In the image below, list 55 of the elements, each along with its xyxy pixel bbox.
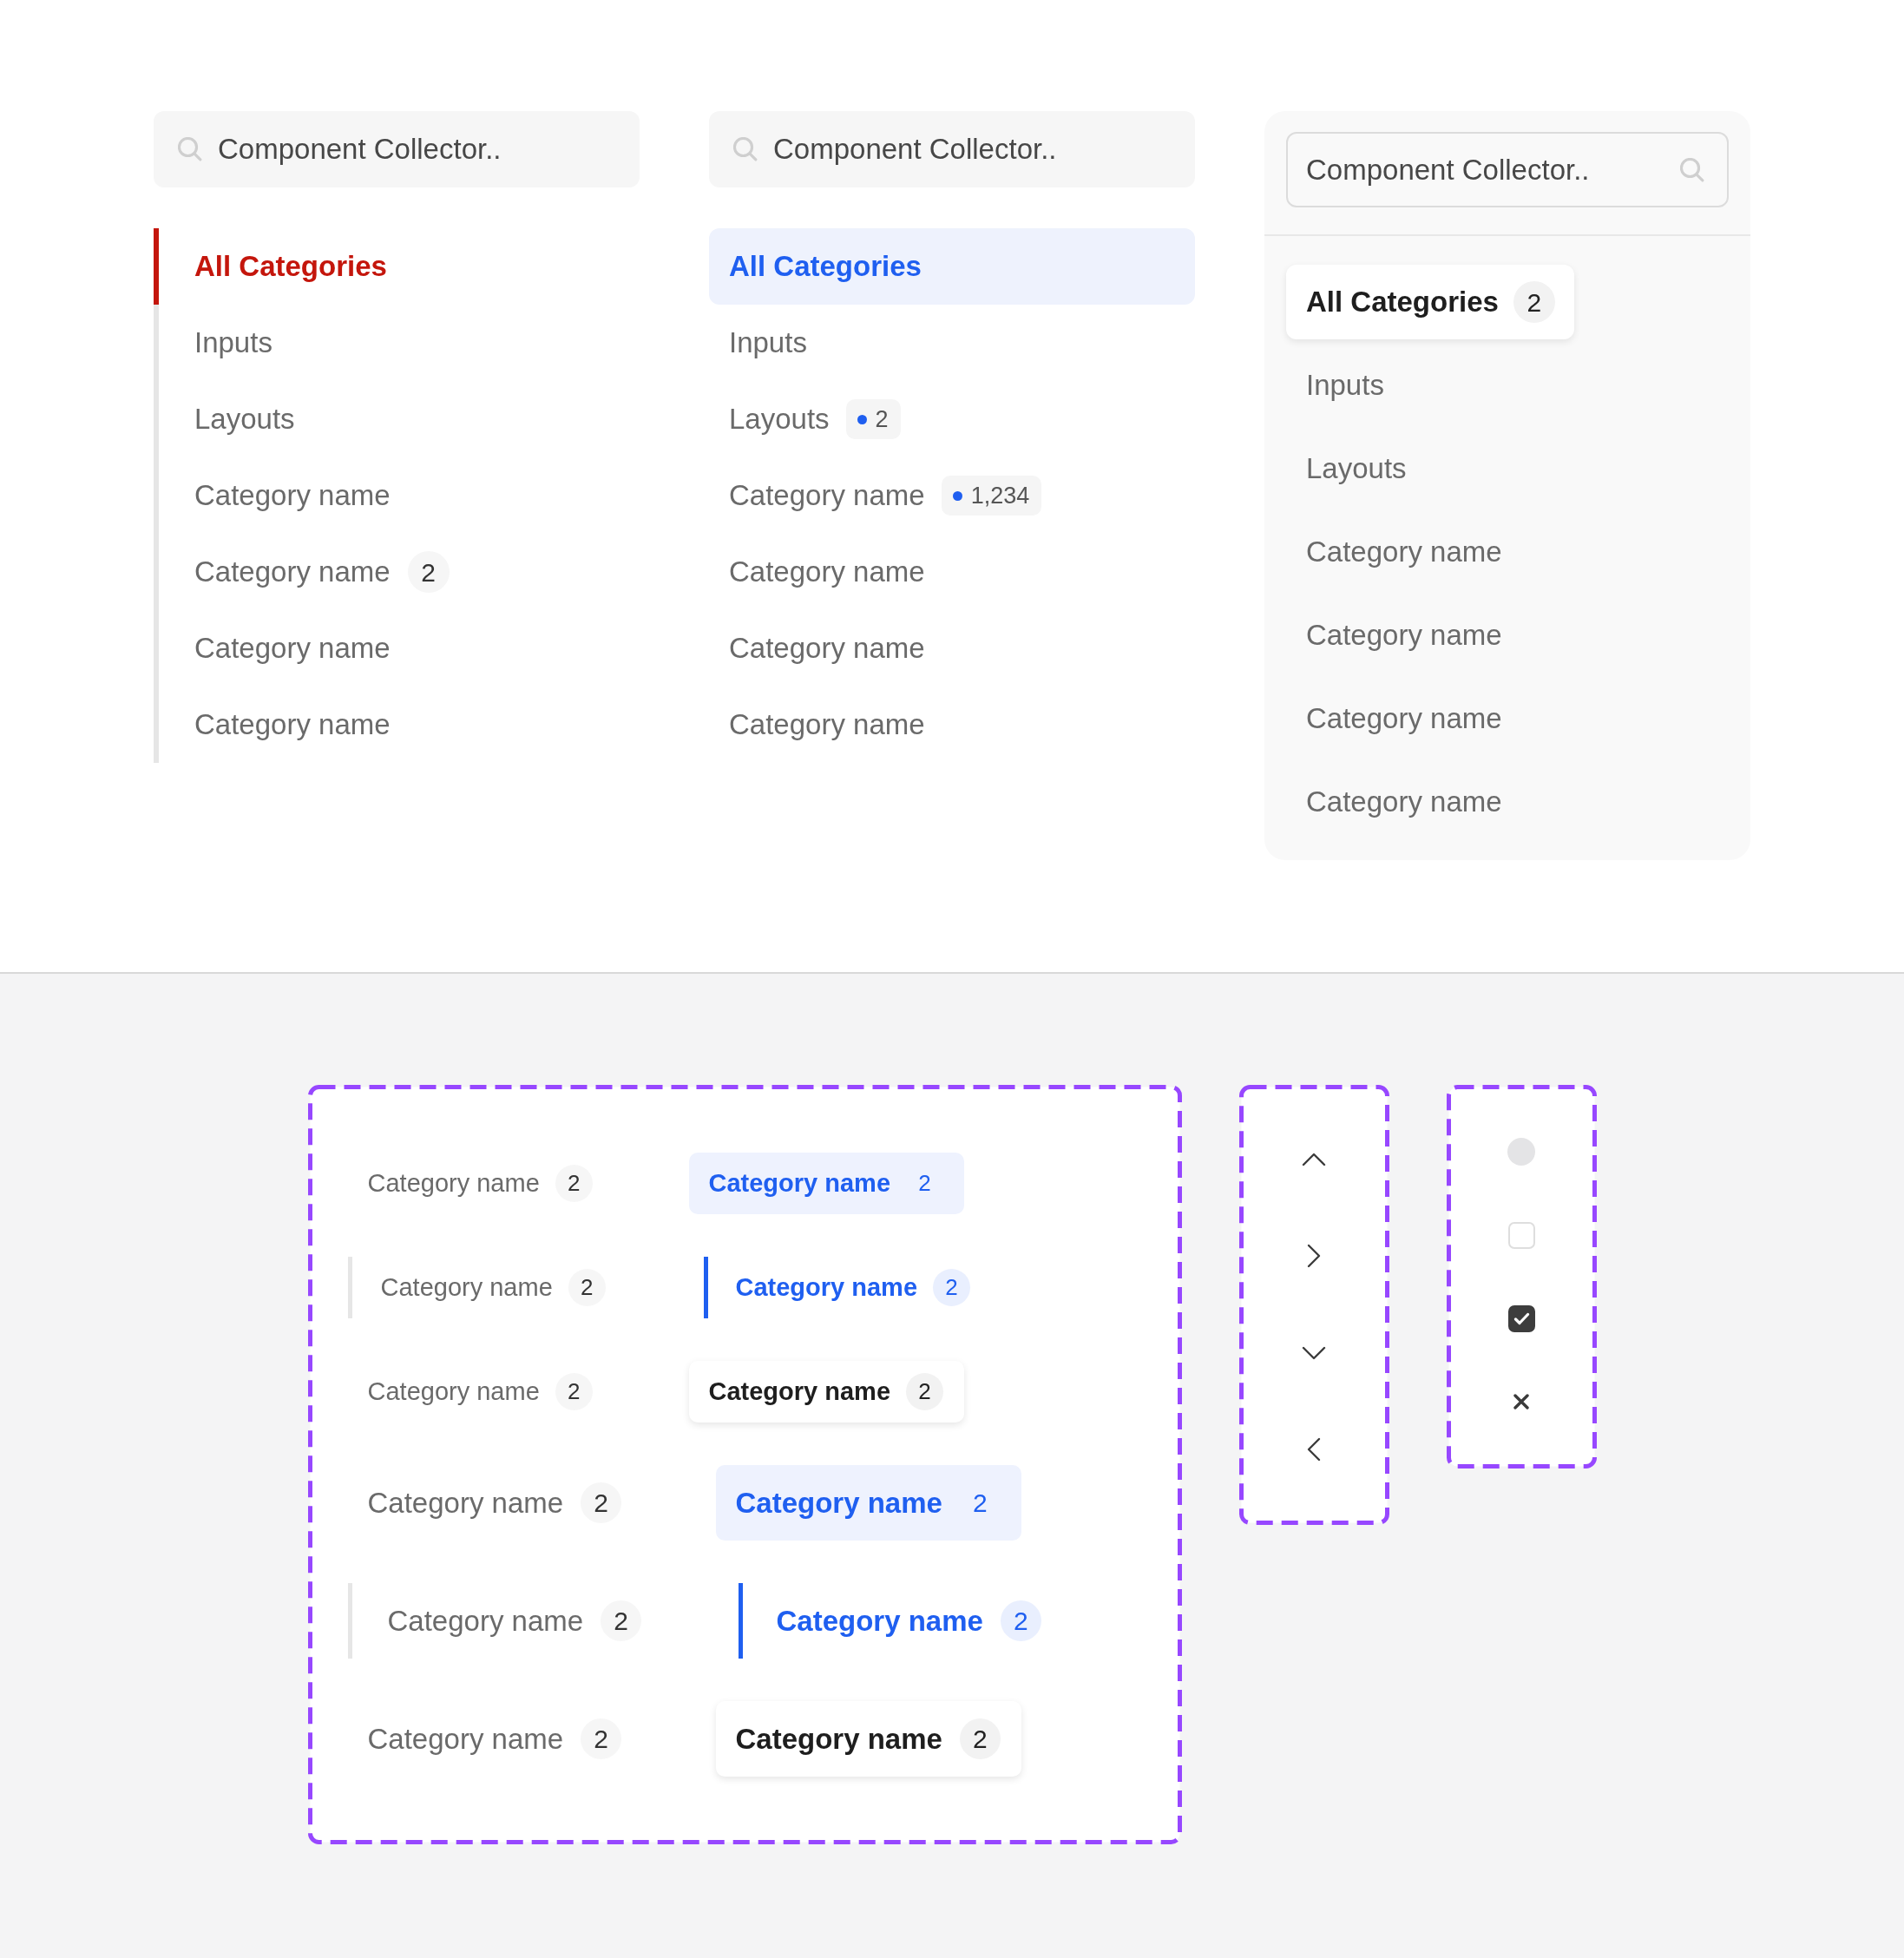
category-item[interactable]: Category name 2: [347, 1465, 643, 1541]
search-field[interactable]: Component Collector..: [154, 111, 640, 187]
category-item[interactable]: Category name 2: [688, 1153, 964, 1214]
category-item[interactable]: Layouts 2: [709, 381, 1195, 457]
category-item[interactable]: Layouts: [154, 381, 640, 457]
count-badge: 2: [407, 551, 450, 593]
category-item[interactable]: Category name 2: [715, 1465, 1021, 1541]
category-item[interactable]: All Categories: [154, 228, 640, 305]
category-item[interactable]: Inputs: [1286, 348, 1403, 423]
chevron-left-icon: [1307, 1437, 1321, 1462]
category-item[interactable]: Category name 2: [738, 1583, 1041, 1659]
category-item[interactable]: Category name 2: [715, 1701, 1021, 1777]
count-text: 1,234: [970, 481, 1030, 510]
chevron-up-icon: [1302, 1152, 1326, 1166]
category-item[interactable]: Category name 2: [347, 1361, 614, 1423]
category-item[interactable]: Category name 2: [347, 1257, 606, 1318]
search-icon: [733, 137, 758, 161]
search-icon: [1680, 157, 1704, 182]
count-badge: 2: [959, 1718, 1001, 1759]
category-item[interactable]: Category name: [709, 687, 1195, 763]
category-item[interactable]: Category name: [709, 610, 1195, 687]
search-field[interactable]: Component Collector..: [709, 111, 1195, 187]
category-item[interactable]: Category name 2: [347, 1701, 643, 1777]
category-item[interactable]: Category name: [709, 534, 1195, 610]
category-item[interactable]: Category name: [154, 687, 640, 763]
count-badge: 2: [906, 1373, 943, 1410]
category-item[interactable]: Category name: [154, 610, 640, 687]
category-item[interactable]: Inputs: [154, 305, 640, 381]
category-item[interactable]: Category name: [1286, 515, 1521, 589]
category-item[interactable]: All Categories: [709, 228, 1195, 305]
dot-icon: [952, 490, 962, 501]
category-item[interactable]: Category name: [154, 457, 640, 534]
search-field[interactable]: Component Collector..: [1286, 132, 1729, 207]
count-text: 2: [972, 1488, 988, 1519]
category-item[interactable]: Category name: [1286, 765, 1521, 839]
category-item[interactable]: Layouts: [1286, 431, 1426, 506]
close-icon: [1513, 1394, 1529, 1409]
category-item[interactable]: All Categories 2: [1286, 265, 1574, 339]
category-item[interactable]: Category name: [1286, 681, 1521, 756]
category-item[interactable]: Category name 2: [154, 534, 640, 610]
count-badge: 2: [1513, 281, 1555, 323]
chevron-down-icon: [1302, 1345, 1326, 1360]
count-text: 2: [917, 1169, 932, 1198]
search-icon: [178, 137, 202, 161]
category-item[interactable]: Category name 2: [347, 1583, 642, 1659]
check-icon: [1513, 1311, 1530, 1325]
category-item[interactable]: Category name 2: [347, 1153, 614, 1214]
count-text: 2: [875, 404, 889, 434]
category-item[interactable]: Category name 1,234: [709, 457, 1195, 534]
category-item[interactable]: Category name 2: [703, 1257, 970, 1318]
category-item[interactable]: Category name 2: [688, 1361, 964, 1423]
category-item[interactable]: Category name: [1286, 598, 1521, 673]
chevron-right-icon: [1307, 1244, 1321, 1269]
category-item[interactable]: Inputs: [709, 305, 1195, 381]
dot-icon: [857, 414, 867, 424]
